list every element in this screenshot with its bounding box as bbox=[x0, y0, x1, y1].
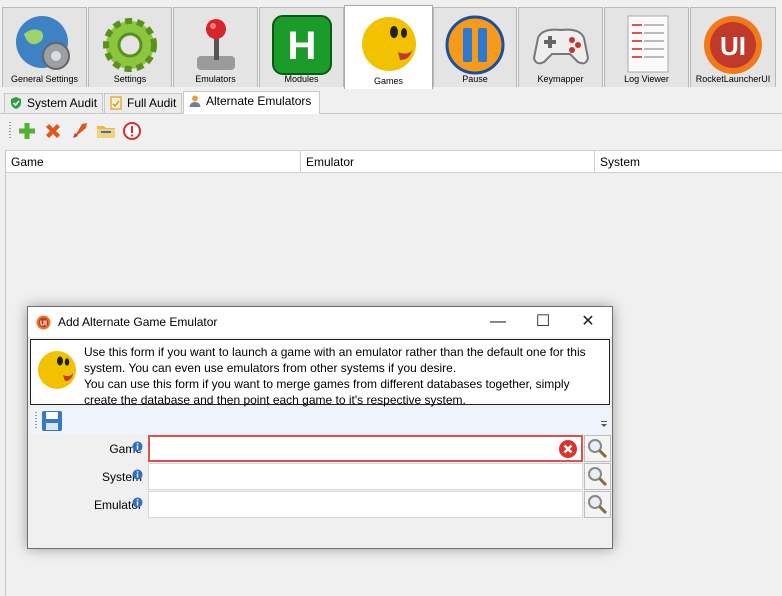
dialog-title: Add Alternate Game Emulator bbox=[58, 315, 218, 329]
pacman-icon bbox=[361, 17, 416, 71]
info-line: You can use this form if you want to mer… bbox=[84, 377, 570, 391]
magnifier-icon bbox=[588, 467, 608, 487]
tab-label: Log Viewer bbox=[624, 74, 669, 84]
svg-text:UI: UI bbox=[720, 31, 746, 61]
sub-tab-label: Alternate Emulators bbox=[206, 94, 312, 108]
rocket-icon[interactable] bbox=[70, 121, 90, 141]
tab-modules[interactable]: H Modules bbox=[259, 7, 344, 87]
tab-label: Keymapper bbox=[537, 74, 584, 84]
sub-tab-label: Full Audit bbox=[127, 96, 177, 110]
main-tab-strip: General Settings Settings Emulators H Mo… bbox=[0, 0, 782, 89]
dialog-toolbar bbox=[30, 408, 610, 434]
add-icon[interactable] bbox=[17, 121, 37, 141]
green-gear-icon bbox=[103, 18, 157, 72]
sub-tab-label: System Audit bbox=[27, 96, 98, 110]
globe-gear-icon bbox=[15, 16, 70, 70]
tab-label: Pause bbox=[462, 74, 488, 84]
save-icon[interactable] bbox=[41, 410, 63, 432]
tab-label: General Settings bbox=[10, 74, 79, 84]
column-header-game[interactable]: Game bbox=[6, 151, 301, 173]
tab-label: Emulators bbox=[195, 74, 236, 84]
info-panel: Use this form if you want to launch a ga… bbox=[30, 339, 610, 408]
info-line: create the database and then point each … bbox=[84, 393, 466, 407]
info-icon[interactable] bbox=[132, 469, 143, 480]
toolbar-grip[interactable] bbox=[9, 122, 11, 140]
tab-rocketlauncherui[interactable]: UI RocketLauncherUI bbox=[690, 7, 776, 87]
rocketlauncher-logo-icon: UI bbox=[704, 16, 762, 74]
dialog-title-bar[interactable]: UI Add Alternate Game Emulator — ☐ ✕ bbox=[28, 307, 612, 337]
error-icon bbox=[559, 440, 577, 458]
svg-text:H: H bbox=[287, 24, 316, 68]
tab-label: Settings bbox=[113, 74, 147, 84]
info-text: Use this form if you want to launch a ga… bbox=[84, 344, 604, 408]
audit-document-icon bbox=[110, 96, 122, 110]
svg-text:UI: UI bbox=[40, 321, 47, 328]
rocketlauncher-logo-icon: UI bbox=[36, 315, 51, 330]
tab-full-audit[interactable]: Full Audit bbox=[104, 93, 182, 113]
h-module-icon: H bbox=[271, 15, 332, 75]
info-line: Use this form if you want to launch a ga… bbox=[84, 345, 586, 359]
info-icon[interactable] bbox=[132, 441, 143, 452]
emulator-input[interactable] bbox=[148, 491, 583, 518]
tab-label: Modules bbox=[284, 74, 319, 84]
minimize-button[interactable]: — bbox=[478, 311, 518, 333]
info-icon[interactable] bbox=[132, 497, 143, 508]
game-search-button[interactable] bbox=[584, 435, 611, 462]
game-input[interactable] bbox=[148, 435, 583, 462]
system-search-button[interactable] bbox=[584, 463, 611, 490]
maximize-button[interactable]: ☐ bbox=[523, 311, 563, 333]
tab-alternate-emulators[interactable]: Alternate Emulators bbox=[183, 91, 320, 114]
add-alternate-game-emulator-dialog: UI Add Alternate Game Emulator — ☐ ✕ Use… bbox=[27, 306, 613, 549]
tab-system-audit[interactable]: System Audit bbox=[4, 93, 103, 113]
sub-tab-strip: System Audit Full Audit Alternate Emulat… bbox=[0, 89, 782, 114]
grid-header: Game Emulator System bbox=[6, 150, 782, 173]
tab-log-viewer[interactable]: Log Viewer bbox=[604, 7, 689, 87]
column-header-system[interactable]: System bbox=[595, 151, 782, 173]
tab-settings[interactable]: Settings bbox=[88, 7, 172, 87]
overflow-dropdown-icon[interactable] bbox=[600, 420, 608, 428]
toolbar-grip[interactable] bbox=[35, 412, 37, 430]
tab-general-settings[interactable]: General Settings bbox=[2, 7, 87, 87]
pacman-icon bbox=[38, 351, 76, 389]
tab-label: RocketLauncherUI bbox=[695, 74, 771, 84]
close-button[interactable]: ✕ bbox=[568, 311, 608, 333]
info-line: system. You can even use emulators from … bbox=[84, 361, 457, 375]
tab-games[interactable]: Games bbox=[344, 5, 433, 89]
pause-icon bbox=[445, 15, 505, 75]
user-icon bbox=[189, 95, 201, 107]
magnifier-icon bbox=[588, 439, 608, 459]
stop-icon[interactable] bbox=[122, 121, 142, 141]
tab-label: Games bbox=[373, 76, 403, 86]
gamepad-icon bbox=[532, 28, 589, 65]
tab-keymapper[interactable]: Keymapper bbox=[518, 7, 603, 87]
shield-check-icon bbox=[11, 97, 21, 109]
joystick-icon bbox=[196, 19, 235, 70]
tab-pause[interactable]: Pause bbox=[433, 7, 517, 87]
column-header-emulator[interactable]: Emulator bbox=[301, 151, 595, 173]
system-input[interactable] bbox=[148, 463, 583, 490]
folder-icon[interactable] bbox=[96, 121, 116, 141]
log-document-icon bbox=[627, 15, 668, 73]
emulator-search-button[interactable] bbox=[584, 491, 611, 518]
delete-icon[interactable] bbox=[43, 121, 63, 141]
tab-emulators[interactable]: Emulators bbox=[173, 7, 258, 87]
magnifier-icon bbox=[588, 495, 608, 515]
